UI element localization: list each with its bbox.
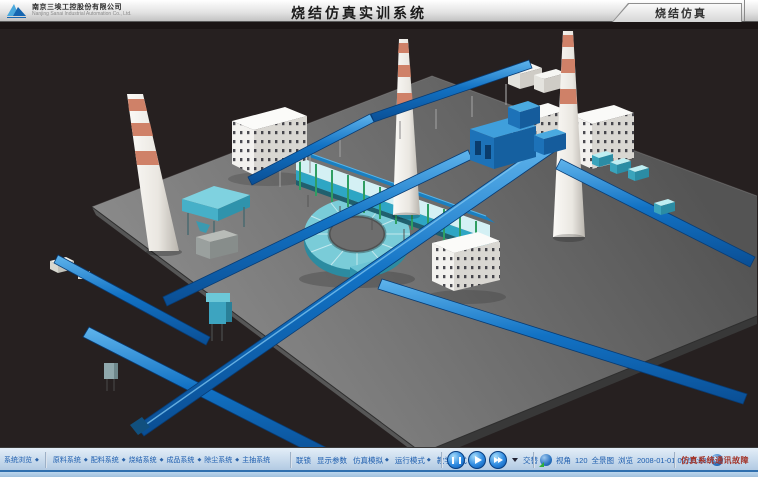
nav-system-overview[interactable]: 系统浏览	[4, 455, 32, 465]
speed-dropdown-caret-icon[interactable]	[512, 458, 518, 462]
browse-mode-label: 浏览	[618, 455, 633, 466]
nav-dedusting-system[interactable]: 除尘系统	[204, 455, 232, 465]
header-dark-strip	[0, 22, 758, 29]
toolbar-divider	[441, 452, 443, 468]
nav-sintering-system[interactable]: 烧结系统	[129, 455, 157, 465]
display-params-button[interactable]: 显示参数	[317, 455, 347, 466]
playback-controls: 交替	[447, 449, 538, 471]
3d-plant-viewport[interactable]	[0, 29, 758, 447]
tab-label: 烧结仿真	[647, 5, 707, 21]
view-label: 视角	[556, 455, 571, 466]
nav-raw-material-system[interactable]: 原料系统	[53, 455, 81, 465]
diamond-separator: ◆	[197, 457, 201, 463]
view-angle-value: 120	[575, 456, 588, 465]
toolbar-divider	[674, 452, 676, 468]
pause-icon	[452, 457, 461, 464]
app-window: 南京三埃工控股份有限公司 Nanjing Sanai Industrial Au…	[0, 0, 758, 477]
toolbar-divider	[290, 452, 292, 468]
toolbar-divider	[45, 452, 47, 468]
toolbar-bottom-strip	[0, 470, 758, 477]
tab-sinter-simulation[interactable]: 烧结仿真	[612, 3, 742, 22]
pause-button[interactable]	[447, 451, 465, 469]
diamond-separator: ◆	[235, 457, 239, 463]
interlock-toggle[interactable]: 联锁	[296, 455, 311, 466]
system-nav: 系统浏览 ◆ 原料系统 ◆ 配料系统 ◆ 烧结系统 ◆ 成品系统 ◆ 除尘系统 …	[4, 449, 270, 471]
bottom-toolbar: 系统浏览 ◆ 原料系统 ◆ 配料系统 ◆ 烧结系统 ◆ 成品系统 ◆ 除尘系统 …	[0, 447, 758, 477]
mode-run[interactable]: 运行模式 ◆	[395, 455, 431, 466]
nav-main-fan-system[interactable]: 主抽系统	[242, 455, 270, 465]
header-bar: 南京三埃工控股份有限公司 Nanjing Sanai Industrial Au…	[0, 0, 758, 22]
diamond-separator: ◆	[84, 457, 88, 463]
toolbar-row: 系统浏览 ◆ 原料系统 ◆ 配料系统 ◆ 烧结系统 ◆ 成品系统 ◆ 除尘系统 …	[0, 449, 758, 471]
fault-alert: 仿真系统通讯故障	[681, 449, 749, 471]
diamond-separator: ◆	[35, 457, 39, 463]
tab-sinter-simulation-face[interactable]: 烧结仿真	[613, 4, 741, 22]
page-title: 烧结仿真实训系统	[0, 3, 718, 23]
nav-batching-system[interactable]: 配料系统	[91, 455, 119, 465]
alternate-mode-label[interactable]: 交替	[523, 455, 538, 466]
diamond-separator: ◆	[160, 457, 164, 463]
dropdown-diamond-icon: ◆	[385, 457, 389, 463]
fast-forward-icon	[494, 457, 502, 463]
dropdown-diamond-icon: ◆	[427, 457, 431, 463]
plant-scene	[0, 29, 758, 447]
play-button[interactable]	[468, 451, 486, 469]
network-icon[interactable]	[540, 454, 552, 466]
nav-product-system[interactable]: 成品系统	[166, 455, 194, 465]
header-divider	[744, 0, 745, 21]
fast-forward-button[interactable]	[489, 451, 507, 469]
play-icon	[475, 456, 482, 464]
scene-name: 全景图	[592, 455, 615, 466]
mode-simulation[interactable]: 仿真模拟 ◆	[353, 455, 389, 466]
warehouse-center	[432, 232, 500, 291]
toolbar-divider	[533, 452, 535, 468]
diamond-separator: ◆	[122, 457, 126, 463]
